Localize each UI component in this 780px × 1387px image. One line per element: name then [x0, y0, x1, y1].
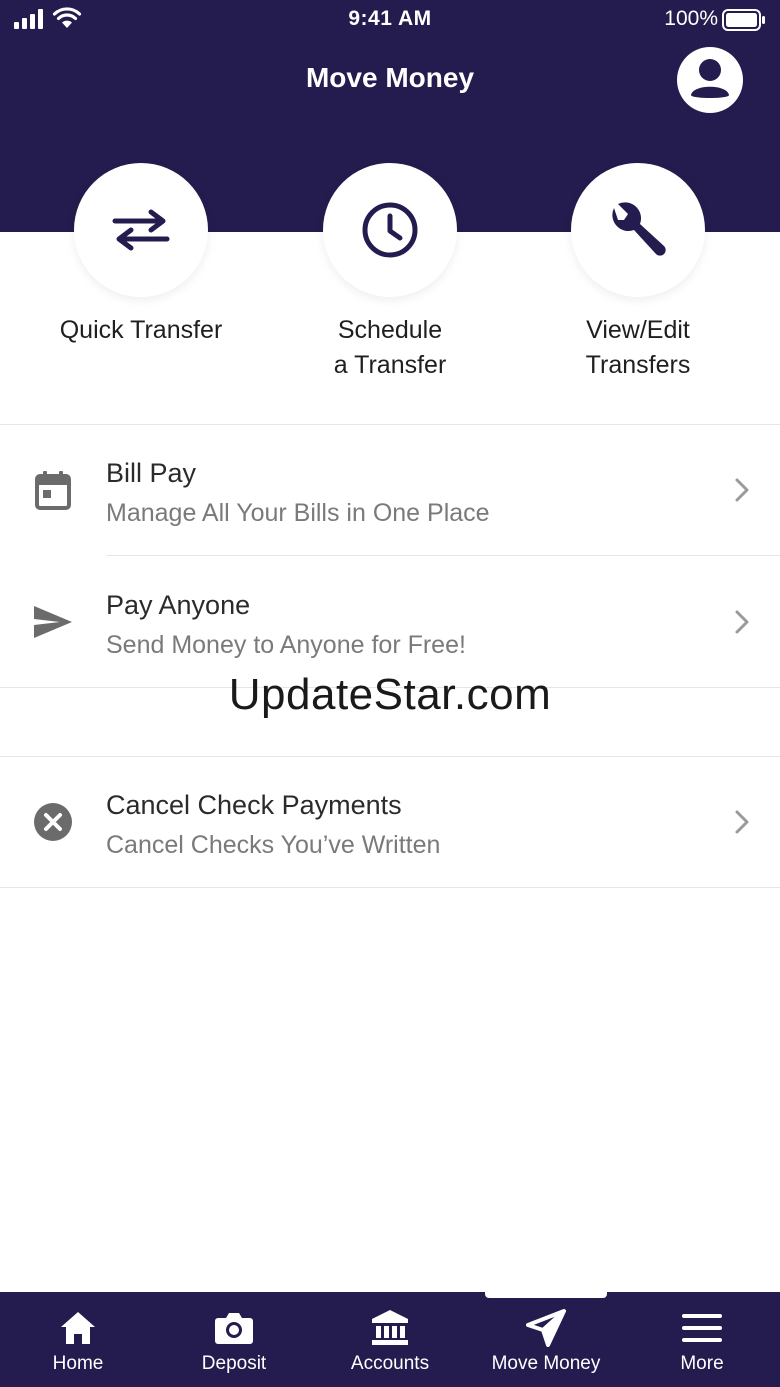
chevron-right-icon — [735, 478, 749, 502]
pay-anyone-icon-wrap — [30, 599, 76, 645]
tab-deposit-label: Deposit — [201, 1353, 267, 1374]
chevron-right-icon — [735, 610, 749, 634]
menu-icon — [682, 1314, 722, 1342]
quick-transfer-circle[interactable] — [74, 163, 208, 297]
bank-icon-wrap — [360, 1306, 420, 1350]
cancel-check-icon-wrap — [30, 799, 76, 845]
home-icon-wrap — [48, 1306, 108, 1350]
pay-anyone-title: Pay Anyone — [106, 590, 251, 620]
calendar-icon — [35, 471, 71, 510]
pay-anyone-item[interactable]: Pay Anyone Send Money to Anyone for Free… — [0, 557, 780, 687]
tab-move-money[interactable]: Move Money — [468, 1292, 624, 1387]
active-tab-indicator — [485, 1292, 607, 1298]
quick-transfer-action[interactable]: Quick Transfer — [11, 163, 271, 348]
schedule-transfer-action[interactable]: Schedule a Transfer — [260, 163, 520, 383]
status-time: 9:41 AM — [348, 7, 432, 30]
tab-home[interactable]: Home — [0, 1292, 156, 1387]
cancel-check-title: Cancel Check Payments — [106, 790, 402, 820]
send-icon-wrap — [516, 1306, 576, 1350]
page-title: Move Money — [305, 62, 475, 93]
chevron-right-icon — [735, 810, 749, 834]
home-icon — [61, 1312, 95, 1344]
profile-button[interactable] — [677, 47, 743, 113]
send-icon — [34, 606, 72, 638]
bottom-tab-bar: Home Deposit Accounts Move Money More — [0, 1292, 780, 1387]
list-divider — [106, 555, 780, 556]
tab-home-label: Home — [52, 1353, 104, 1374]
schedule-transfer-label: Schedule a Transfer — [333, 316, 447, 379]
view-edit-transfers-label: View/Edit Transfers — [585, 316, 691, 379]
camera-icon — [215, 1313, 253, 1344]
watermark-text: UpdateStar.com — [228, 670, 552, 719]
tab-move-money-label: Move Money — [491, 1353, 601, 1374]
tab-more-label: More — [680, 1353, 724, 1374]
tab-accounts-label: Accounts — [350, 1353, 430, 1374]
wrench-icon — [612, 202, 666, 256]
camera-icon-wrap — [204, 1306, 264, 1350]
cancel-check-payments-item[interactable]: Cancel Check Payments Cancel Checks You’… — [0, 757, 780, 887]
view-edit-transfers-circle[interactable] — [571, 163, 705, 297]
cancel-circle-icon — [34, 803, 72, 841]
battery-icon — [722, 9, 765, 31]
bill-pay-subtitle: Manage All Your Bills in One Place — [106, 499, 490, 527]
menu-icon-wrap — [672, 1306, 732, 1350]
battery-percent: 100% — [664, 7, 718, 30]
view-edit-transfers-action[interactable]: View/Edit Transfers — [508, 163, 768, 383]
bill-pay-item[interactable]: Bill Pay Manage All Your Bills in One Pl… — [0, 425, 780, 555]
bank-icon — [372, 1310, 408, 1345]
swap-arrows-icon — [112, 209, 170, 251]
tab-deposit[interactable]: Deposit — [156, 1292, 312, 1387]
user-avatar-icon — [691, 59, 729, 98]
cancel-check-subtitle: Cancel Checks You’ve Written — [106, 831, 441, 859]
tab-accounts[interactable]: Accounts — [312, 1292, 468, 1387]
bill-pay-title: Bill Pay — [106, 458, 197, 488]
pay-anyone-subtitle: Send Money to Anyone for Free! — [106, 631, 466, 659]
send-icon — [526, 1309, 566, 1347]
list-divider — [0, 887, 780, 888]
quick-transfer-label: Quick Transfer — [59, 316, 223, 344]
tab-more[interactable]: More — [624, 1292, 780, 1387]
clock-icon — [362, 202, 418, 258]
schedule-transfer-circle[interactable] — [323, 163, 457, 297]
bill-pay-icon-wrap — [30, 467, 76, 513]
status-bar: 9:41 AM 100% — [0, 0, 780, 40]
